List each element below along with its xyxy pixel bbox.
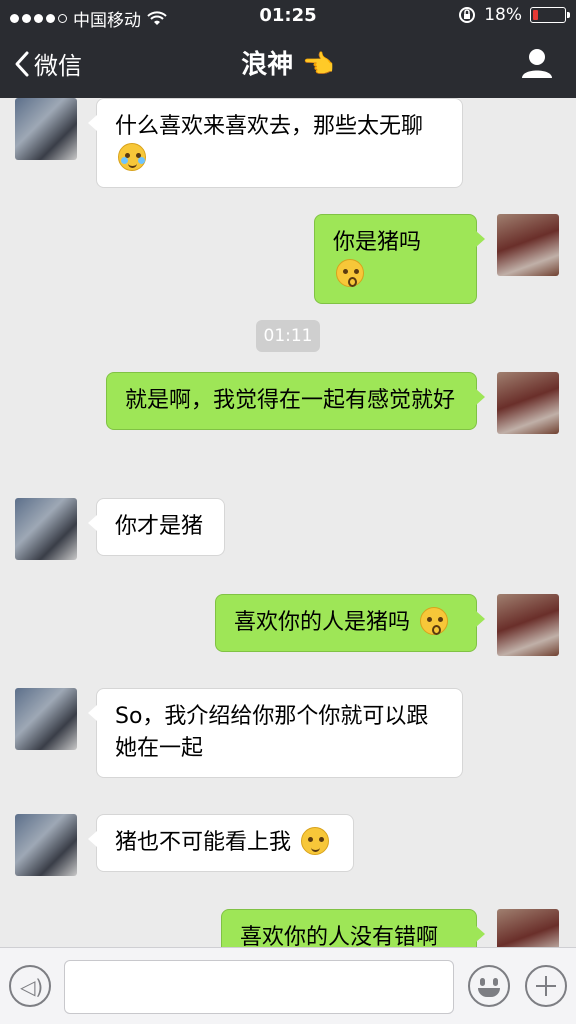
chat-area[interactable]: 什么喜欢来喜欢去，那些太无聊 你是猪吗 01:11 就是啊，我觉得在一起有感觉就… [0,98,576,947]
timestamp: 01:11 [256,320,320,352]
contact-avatar[interactable] [15,98,77,160]
contact-avatar[interactable] [15,688,77,750]
voice-button[interactable]: ◁) [9,965,51,1007]
my-avatar[interactable] [497,214,559,276]
status-bar: 中国移动 01:25 18% [0,0,576,32]
my-avatar[interactable] [497,594,559,656]
message-bubble-outgoing[interactable]: 就是啊，我觉得在一起有感觉就好 [106,372,485,430]
message-bubble-incoming[interactable]: So，我介绍给你那个你就可以跟她在一起 [88,688,463,778]
battery-icon [530,7,570,23]
contact-avatar[interactable] [15,498,77,560]
emoji-button[interactable] [468,965,510,1007]
contact-avatar[interactable] [15,814,77,876]
nav-bar: 微信 浪神 👈 [0,32,576,98]
top-bar: 中国移动 01:25 18% 微信 浪神 👈 [0,0,576,98]
rotation-lock-icon [459,7,476,23]
pointing-hand-icon: 👈 [302,50,335,80]
message-bubble-outgoing[interactable]: 你是猪吗 [314,214,485,304]
message-bubble-incoming[interactable]: 你才是猪 [88,498,225,556]
tears-of-joy-emoji-icon [118,143,146,171]
my-avatar[interactable] [497,909,559,947]
profile-button[interactable] [520,46,554,80]
chat-title[interactable]: 浪神 👈 [0,44,576,81]
message-bubble-incoming[interactable]: 猪也不可能看上我 [88,814,354,872]
plus-button[interactable] [525,965,567,1007]
surprised-emoji-icon [420,607,449,635]
input-bar: ◁) [0,947,576,1024]
smile-emoji-icon [301,827,330,855]
message-bubble-incoming[interactable]: 什么喜欢来喜欢去，那些太无聊 [88,98,463,188]
message-input[interactable] [64,960,454,1014]
surprised-emoji-icon [336,259,364,287]
message-bubble-outgoing[interactable]: 喜欢你的人没有错啊 [221,909,485,947]
battery-percent: 18% [484,5,522,25]
voice-icon: ◁) [20,975,44,999]
message-bubble-outgoing[interactable]: 喜欢你的人是猪吗 [215,594,485,652]
my-avatar[interactable] [497,372,559,434]
